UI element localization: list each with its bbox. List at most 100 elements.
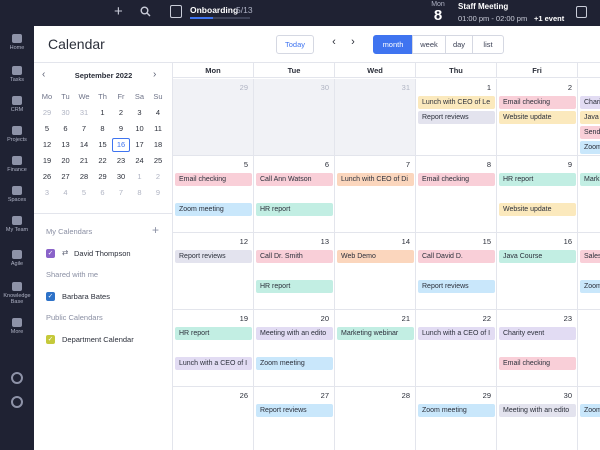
- mini-day[interactable]: 2: [112, 106, 130, 120]
- calendar-event[interactable]: Marketing webinar: [337, 327, 414, 340]
- nav-item-knowledge-base[interactable]: Knowledge Base: [0, 282, 34, 305]
- checkbox-icon[interactable]: ✓: [46, 335, 55, 344]
- calendar-event[interactable]: Email checking: [418, 173, 495, 186]
- mini-day[interactable]: 3: [38, 186, 56, 200]
- day-cell[interactable]: 15 Call David D. Report reviews: [416, 233, 497, 310]
- onboarding-icon[interactable]: [170, 5, 182, 18]
- mini-day[interactable]: 24: [131, 154, 149, 168]
- mini-day[interactable]: 5: [75, 186, 93, 200]
- calendar-event[interactable]: Website update: [499, 203, 576, 216]
- day-cell[interactable]: 5 Email checking Zoom meeting: [173, 156, 254, 233]
- calendar-event[interactable]: HR report: [499, 173, 576, 186]
- day-cell[interactable]: 1 Lunch with CEO of Le Report reviews: [416, 79, 497, 156]
- mini-day[interactable]: 12: [38, 138, 56, 152]
- day-cell-partial[interactable]: Charity Java Send Zoom: [578, 79, 600, 156]
- day-cell[interactable]: 16 Java Course: [497, 233, 578, 310]
- checkbox-icon[interactable]: ✓: [46, 249, 55, 258]
- day-cell[interactable]: 29 Zoom meeting: [416, 387, 497, 450]
- calendar-event[interactable]: Lunch with CEO of Le: [418, 96, 495, 109]
- nav-item-tasks[interactable]: Tasks: [0, 66, 34, 83]
- calendar-event[interactable]: Zoom meeting: [418, 404, 495, 417]
- checkbox-icon[interactable]: ✓: [46, 292, 55, 301]
- notes-icon[interactable]: [576, 6, 587, 18]
- nav-item-my-team[interactable]: My Team: [0, 216, 34, 233]
- calendar-event[interactable]: Call Ann Watson: [256, 173, 333, 186]
- nav-item-projects[interactable]: Projects: [0, 126, 34, 143]
- day-cell-partial[interactable]: Sales Zoom: [578, 233, 600, 310]
- day-cell[interactable]: 30: [254, 79, 335, 156]
- mini-day[interactable]: 30: [112, 170, 130, 184]
- day-cell[interactable]: 13 Call Dr. Smith HR report: [254, 233, 335, 310]
- mini-day[interactable]: 8: [131, 186, 149, 200]
- mini-day[interactable]: 26: [38, 170, 56, 184]
- calendar-event[interactable]: Zoom: [580, 404, 600, 417]
- mini-next-button[interactable]: ›: [153, 69, 156, 80]
- help-icon[interactable]: [11, 372, 23, 384]
- mini-day[interactable]: 8: [94, 122, 112, 136]
- mini-day[interactable]: 13: [57, 138, 75, 152]
- mini-day[interactable]: 1: [131, 170, 149, 184]
- mini-day[interactable]: 4: [149, 106, 167, 120]
- mini-day[interactable]: 25: [149, 154, 167, 168]
- view-day-button[interactable]: day: [445, 35, 473, 54]
- calendar-event[interactable]: HR report: [256, 203, 333, 216]
- day-cell[interactable]: 14 Web Demo: [335, 233, 416, 310]
- view-week-button[interactable]: week: [412, 35, 446, 54]
- mini-day[interactable]: 22: [94, 154, 112, 168]
- day-cell[interactable]: 8 Email checking: [416, 156, 497, 233]
- mini-day[interactable]: 15: [94, 138, 112, 152]
- calendar-event[interactable]: Lunch with CEO of Di: [337, 173, 414, 186]
- calendar-event[interactable]: Report reviews: [418, 111, 495, 124]
- prev-month-button[interactable]: ‹: [328, 36, 340, 48]
- next-month-button[interactable]: ›: [347, 36, 359, 48]
- mini-day[interactable]: 9: [112, 122, 130, 136]
- calendar-event[interactable]: Report reviews: [256, 404, 333, 417]
- mini-day[interactable]: 9: [149, 186, 167, 200]
- calendar-event[interactable]: Zoom meeting: [256, 357, 333, 370]
- day-cell[interactable]: 12 Report reviews: [173, 233, 254, 310]
- mini-day[interactable]: 21: [75, 154, 93, 168]
- calendar-event[interactable]: Sales: [580, 250, 600, 263]
- day-cell-partial[interactable]: Zoom: [578, 387, 600, 450]
- mini-day[interactable]: 4: [57, 186, 75, 200]
- mini-day[interactable]: 7: [75, 122, 93, 136]
- settings-icon[interactable]: [11, 396, 23, 408]
- mini-day[interactable]: 7: [112, 186, 130, 200]
- day-cell[interactable]: 31: [335, 79, 416, 156]
- day-cell[interactable]: 6 Call Ann Watson HR report: [254, 156, 335, 233]
- day-cell[interactable]: 30 Meeting with an edito: [497, 387, 578, 450]
- calendar-event[interactable]: Zoom: [580, 141, 600, 154]
- mini-day[interactable]: 2: [149, 170, 167, 184]
- mini-day[interactable]: 27: [57, 170, 75, 184]
- calendar-event[interactable]: Meeting with an edito: [499, 404, 576, 417]
- day-cell[interactable]: 20 Meeting with an edito Zoom meeting: [254, 310, 335, 387]
- calendar-event[interactable]: Call Dr. Smith: [256, 250, 333, 263]
- onboarding-label[interactable]: Onboarding: [190, 5, 238, 15]
- calendar-event[interactable]: Zoom meeting: [175, 203, 252, 216]
- calendar-event[interactable]: Java: [580, 111, 600, 124]
- mini-day[interactable]: 10: [131, 122, 149, 136]
- mini-day[interactable]: 1: [94, 106, 112, 120]
- calendar-event[interactable]: Report reviews: [418, 280, 495, 293]
- nav-item-crm[interactable]: CRM: [0, 96, 34, 113]
- mini-day[interactable]: 29: [38, 106, 56, 120]
- day-cell[interactable]: 26: [173, 387, 254, 450]
- calendar-event[interactable]: Email checking: [499, 357, 576, 370]
- mini-day[interactable]: 17: [131, 138, 149, 152]
- search-icon[interactable]: [140, 5, 151, 21]
- mini-day[interactable]: 23: [112, 154, 130, 168]
- calendar-event[interactable]: Website update: [499, 111, 576, 124]
- day-cell[interactable]: 28: [335, 387, 416, 450]
- day-cell[interactable]: 7 Lunch with CEO of Di: [335, 156, 416, 233]
- mini-day[interactable]: 29: [94, 170, 112, 184]
- nav-item-agile[interactable]: Agile: [0, 250, 34, 267]
- mini-day[interactable]: 28: [75, 170, 93, 184]
- calendar-event[interactable]: Web Demo: [337, 250, 414, 263]
- today-button[interactable]: Today: [276, 35, 314, 54]
- mini-day[interactable]: 6: [57, 122, 75, 136]
- calendar-event[interactable]: HR report: [175, 327, 252, 340]
- mini-day[interactable]: 16: [112, 138, 130, 152]
- day-cell[interactable]: 2 Email checking Website update: [497, 79, 578, 156]
- calendar-event[interactable]: Mark: [580, 173, 600, 186]
- mini-day[interactable]: 6: [94, 186, 112, 200]
